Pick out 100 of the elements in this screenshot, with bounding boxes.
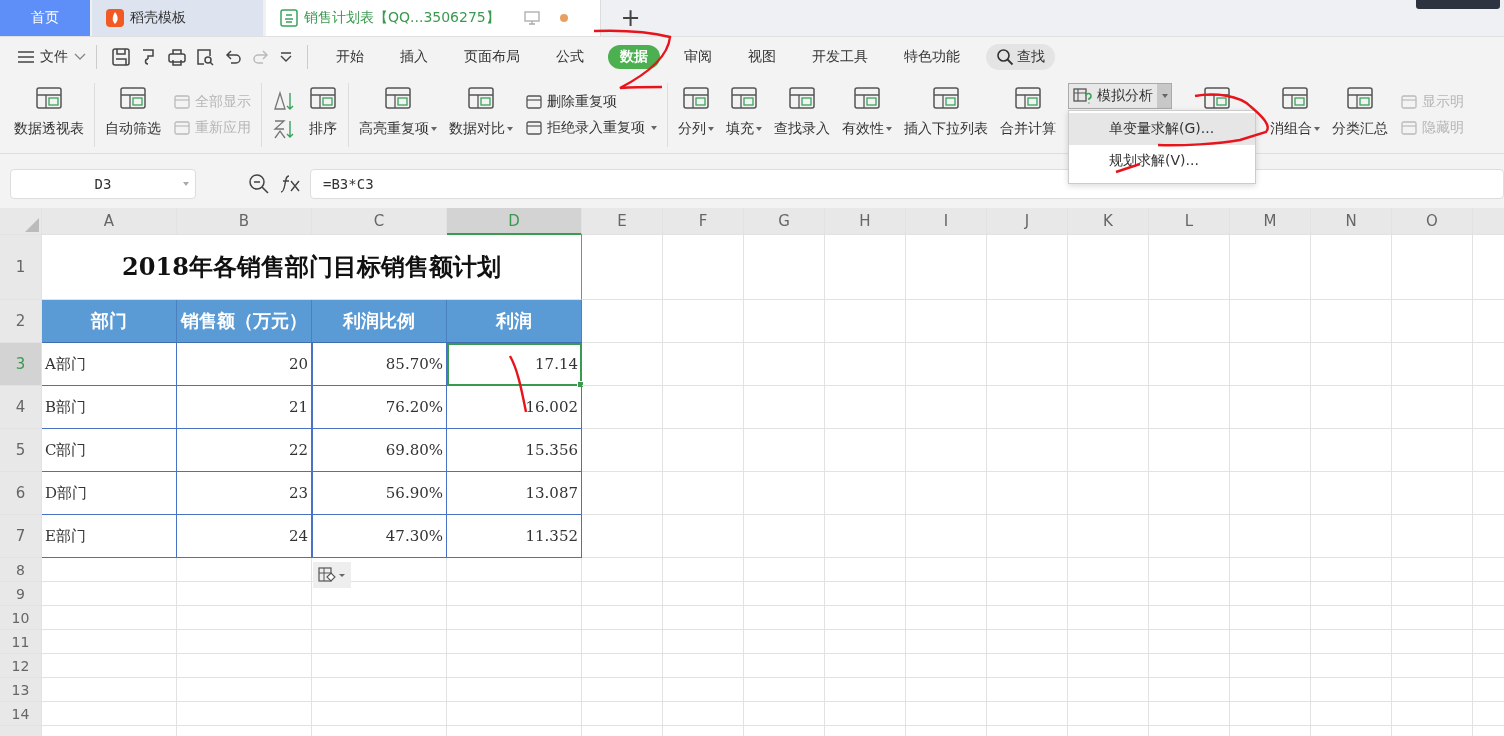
printer-icon[interactable] [167, 47, 187, 67]
column-header[interactable]: I [906, 208, 987, 235]
row-header[interactable]: 6 [0, 472, 42, 515]
row-header[interactable]: 4 [0, 386, 42, 429]
sheet-icon [1400, 119, 1418, 137]
column-header[interactable]: G [744, 208, 825, 235]
table-cell: 47.30% [312, 515, 447, 558]
spreadsheet-icon [280, 9, 298, 27]
ribbon-tab[interactable]: 视图 [736, 45, 788, 69]
table-cell: 22 [177, 429, 312, 472]
ribbon-button[interactable]: 数据对比 [449, 119, 513, 139]
column-header[interactable]: E [582, 208, 663, 235]
table-cell: 56.90% [312, 472, 447, 515]
ribbon-button[interactable]: 查找录入 [774, 119, 830, 139]
column-header[interactable]: M [1230, 208, 1311, 235]
table-cell: A部门 [42, 343, 177, 386]
ribbon-tab[interactable]: 插入 [388, 45, 440, 69]
column-header[interactable]: O [1392, 208, 1473, 235]
header-cell: 利润比例 [312, 300, 447, 343]
file-menu[interactable]: 文件 [18, 48, 86, 66]
ribbon-tab[interactable]: 数据 [608, 45, 660, 69]
ribbon-button[interactable]: 分列 [678, 119, 714, 139]
column-header[interactable]: K [1068, 208, 1149, 235]
row-header[interactable]: 7 [0, 515, 42, 558]
ribbon-tab[interactable]: 审阅 [672, 45, 724, 69]
search-icon [996, 48, 1014, 66]
menu-icon [18, 51, 34, 63]
ribbon-button[interactable]: 有效性 [842, 119, 892, 139]
row-header[interactable]: 14 [0, 702, 42, 726]
sort-descending-icon[interactable] [272, 117, 296, 141]
undo-icon[interactable] [223, 47, 243, 67]
ribbon-button[interactable]: 插入下拉列表 [904, 119, 988, 139]
fill-handle[interactable] [577, 381, 584, 388]
customize-icon[interactable] [279, 51, 293, 63]
sort-ascending-icon[interactable] [272, 89, 296, 113]
save-icon[interactable] [111, 47, 131, 67]
column-header[interactable]: C [312, 208, 447, 235]
caret-icon [1162, 94, 1168, 98]
row-header[interactable]: 5 [0, 429, 42, 472]
caret-icon [756, 127, 762, 131]
column-header[interactable]: A [42, 208, 177, 235]
column-header[interactable]: B [177, 208, 312, 235]
table-cell: 85.70% [312, 343, 447, 386]
table-cell: 13.087 [447, 472, 582, 515]
paste-options-button[interactable] [313, 562, 351, 588]
ribbon-button[interactable]: 排序 [309, 119, 337, 139]
caret-icon [507, 127, 513, 131]
ribbon-button[interactable]: 自动筛选 [105, 119, 161, 139]
ribbon-button[interactable]: 拒绝录入重复项 [525, 119, 657, 137]
column-header[interactable]: H [825, 208, 906, 235]
chevron-icon [74, 53, 86, 61]
ribbon-tab[interactable]: 页面布局 [452, 45, 532, 69]
ribbon-tab[interactable]: 开发工具 [800, 45, 880, 69]
row-header[interactable]: 11 [0, 630, 42, 654]
print-preview-icon[interactable] [195, 47, 215, 67]
row-header[interactable]: 10 [0, 606, 42, 630]
ribbon-button[interactable]: 消组合 [1270, 119, 1320, 139]
column-header[interactable]: J [987, 208, 1068, 235]
ribbon-button[interactable]: 高亮重复项 [359, 119, 437, 139]
table-cell: 20 [177, 343, 312, 386]
ribbon-tab[interactable]: 开始 [324, 45, 376, 69]
column-header[interactable]: N [1311, 208, 1392, 235]
flame-logo-icon [106, 9, 124, 27]
sheet-icon [1400, 93, 1418, 111]
ribbon-tab[interactable]: 特色功能 [892, 45, 972, 69]
ribbon-button[interactable]: 数据透视表 [14, 119, 84, 139]
document-tab[interactable]: 销售计划表【QQ...3506275】 [266, 0, 600, 36]
ribbon-button[interactable]: 合并计算 [1000, 119, 1056, 139]
table-cell: 21 [177, 386, 312, 429]
caret-icon [886, 127, 892, 131]
row-header[interactable]: 8 [0, 558, 42, 582]
row-header[interactable]: 2 [0, 300, 42, 343]
search-button[interactable]: 查找 [986, 44, 1055, 70]
sheet-icon [173, 119, 191, 137]
annotation-mark [508, 355, 528, 413]
formula-field[interactable]: =B3*C3 [310, 169, 1504, 199]
ribbon-button[interactable]: 填充 [726, 119, 762, 139]
caret-icon [183, 182, 189, 186]
what-if-analysis-button[interactable]: 模拟分析 [1068, 83, 1172, 109]
row-header[interactable]: 12 [0, 654, 42, 678]
column-header[interactable]: F [663, 208, 744, 235]
name-box[interactable]: D3 [10, 169, 196, 199]
table-cell: 11.352 [447, 515, 582, 558]
row-header[interactable]: 9 [0, 582, 42, 606]
ribbon-button[interactable]: 删除重复项 [525, 93, 657, 111]
ribbon-tab[interactable]: 公式 [544, 45, 596, 69]
document-tab[interactable]: 稻壳模板 [92, 0, 263, 36]
menu-item[interactable]: 单变量求解(G)... [1069, 113, 1255, 145]
ribbon-button[interactable]: 分类汇总 [1332, 119, 1388, 139]
row-header[interactable]: 13 [0, 678, 42, 702]
zoom-icon[interactable] [248, 173, 270, 195]
table-cell: 15.356 [447, 429, 582, 472]
document-tab[interactable]: 首页 [0, 0, 90, 36]
table-cell: 23 [177, 472, 312, 515]
header-cell: 部门 [42, 300, 177, 343]
function-icon[interactable] [280, 174, 302, 194]
header-cell: 利润 [447, 300, 582, 343]
row-header[interactable]: 1 [0, 235, 42, 300]
column-header[interactable]: L [1149, 208, 1230, 235]
table-cell: 76.20% [312, 386, 447, 429]
